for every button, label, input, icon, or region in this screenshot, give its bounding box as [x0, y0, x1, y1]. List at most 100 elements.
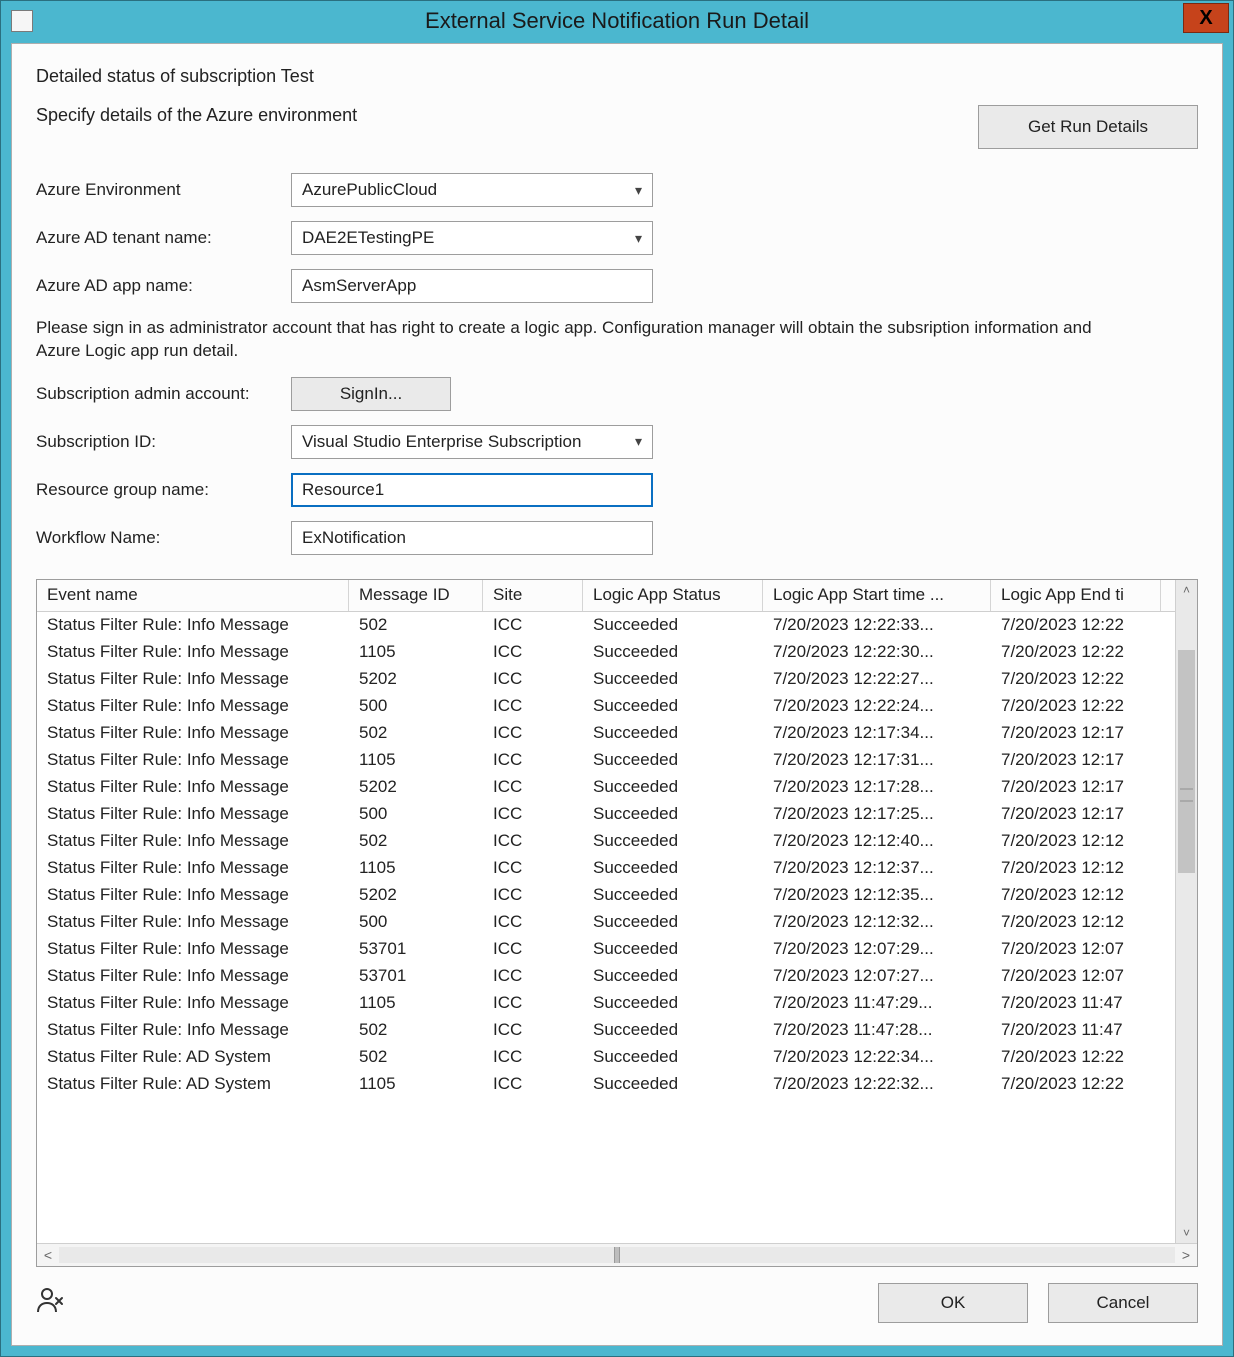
table-row[interactable]: Status Filter Rule: Info Message1105ICCS… — [37, 990, 1175, 1017]
form-area: Azure Environment AzurePublicCloud ▾ Azu… — [36, 159, 1198, 569]
hscroll-thumb[interactable] — [614, 1247, 620, 1263]
cell: ICC — [483, 615, 583, 635]
close-button[interactable]: X — [1183, 3, 1229, 33]
azure-env-combo[interactable]: AzurePublicCloud ▾ — [291, 173, 653, 207]
ad-app-value: AsmServerApp — [302, 276, 416, 296]
table-row[interactable]: Status Filter Rule: Info Message502ICCSu… — [37, 612, 1175, 639]
table-row[interactable]: Status Filter Rule: Info Message5202ICCS… — [37, 774, 1175, 801]
cell: 7/20/2023 12:17 — [991, 777, 1161, 797]
cell: Succeeded — [583, 723, 763, 743]
get-run-details-button[interactable]: Get Run Details — [978, 105, 1198, 149]
cell: 7/20/2023 12:22 — [991, 1047, 1161, 1067]
table-row[interactable]: Status Filter Rule: Info Message502ICCSu… — [37, 1017, 1175, 1044]
ad-tenant-combo[interactable]: DAE2ETestingPE ▾ — [291, 221, 653, 255]
cell: 5202 — [349, 669, 483, 689]
cell: 7/20/2023 11:47:28... — [763, 1020, 991, 1040]
cell: Succeeded — [583, 1047, 763, 1067]
table-row[interactable]: Status Filter Rule: AD System502ICCSucce… — [37, 1044, 1175, 1071]
cell: 502 — [349, 723, 483, 743]
cell: Succeeded — [583, 939, 763, 959]
cell: 7/20/2023 12:17:31... — [763, 750, 991, 770]
cell: Status Filter Rule: Info Message — [37, 831, 349, 851]
cell: 7/20/2023 12:12:32... — [763, 912, 991, 932]
table-row[interactable]: Status Filter Rule: Info Message5202ICCS… — [37, 882, 1175, 909]
titlebar[interactable]: External Service Notification Run Detail… — [1, 1, 1233, 41]
cell: Succeeded — [583, 669, 763, 689]
col-logic-app-start[interactable]: Logic App Start time ... — [763, 580, 991, 611]
scroll-thumb[interactable] — [1178, 650, 1195, 873]
table-row[interactable]: Status Filter Rule: Info Message5202ICCS… — [37, 666, 1175, 693]
table-row[interactable]: Status Filter Rule: Info Message1105ICCS… — [37, 639, 1175, 666]
scroll-left-icon[interactable]: < — [37, 1247, 59, 1263]
table-row[interactable]: Status Filter Rule: Info Message1105ICCS… — [37, 855, 1175, 882]
col-logic-app-end[interactable]: Logic App End ti — [991, 580, 1161, 611]
cell: 502 — [349, 1020, 483, 1040]
cell: Succeeded — [583, 966, 763, 986]
table-row[interactable]: Status Filter Rule: Info Message502ICCSu… — [37, 828, 1175, 855]
cell: 502 — [349, 615, 483, 635]
cell: 500 — [349, 912, 483, 932]
cell: Status Filter Rule: Info Message — [37, 804, 349, 824]
cell: ICC — [483, 750, 583, 770]
table-row[interactable]: Status Filter Rule: Info Message500ICCSu… — [37, 909, 1175, 936]
cell: 7/20/2023 12:07:27... — [763, 966, 991, 986]
cell: ICC — [483, 831, 583, 851]
chevron-down-icon: ▾ — [635, 182, 642, 199]
table-row[interactable]: Status Filter Rule: Info Message53701ICC… — [37, 936, 1175, 963]
cell: ICC — [483, 939, 583, 959]
cell: 7/20/2023 12:22 — [991, 669, 1161, 689]
cell: 7/20/2023 12:07:29... — [763, 939, 991, 959]
cell: 7/20/2023 12:22:33... — [763, 615, 991, 635]
hscroll-track[interactable] — [59, 1247, 1175, 1263]
cell: Succeeded — [583, 858, 763, 878]
cell: ICC — [483, 669, 583, 689]
cell: 500 — [349, 696, 483, 716]
workflow-field[interactable]: ExNotification — [291, 521, 653, 555]
table-row[interactable]: Status Filter Rule: Info Message500ICCSu… — [37, 801, 1175, 828]
scroll-grip-icon — [1180, 788, 1193, 802]
cell: 7/20/2023 12:22:24... — [763, 696, 991, 716]
table-row[interactable]: Status Filter Rule: Info Message53701ICC… — [37, 963, 1175, 990]
table-row[interactable]: Status Filter Rule: AD System1105ICCSucc… — [37, 1071, 1175, 1098]
scroll-down-icon[interactable]: ˅ — [1176, 1223, 1197, 1243]
cell: ICC — [483, 885, 583, 905]
grid-body[interactable]: Status Filter Rule: Info Message502ICCSu… — [37, 612, 1175, 1098]
cell: Status Filter Rule: Info Message — [37, 912, 349, 932]
cell: 7/20/2023 12:17:28... — [763, 777, 991, 797]
client-area: Detailed status of subscription Test Spe… — [11, 43, 1223, 1346]
ad-app-field[interactable]: AsmServerApp — [291, 269, 653, 303]
ad-tenant-value: DAE2ETestingPE — [302, 228, 434, 248]
cancel-button[interactable]: Cancel — [1048, 1283, 1198, 1323]
window-title: External Service Notification Run Detail — [1, 8, 1233, 34]
cell: ICC — [483, 1020, 583, 1040]
azure-env-value: AzurePublicCloud — [302, 180, 437, 200]
cell: Succeeded — [583, 642, 763, 662]
res-group-value: Resource1 — [302, 480, 384, 500]
table-row[interactable]: Status Filter Rule: Info Message500ICCSu… — [37, 693, 1175, 720]
col-site[interactable]: Site — [483, 580, 583, 611]
col-event-name[interactable]: Event name — [37, 580, 349, 611]
sub-id-combo[interactable]: Visual Studio Enterprise Subscription ▾ — [291, 425, 653, 459]
col-logic-app-status[interactable]: Logic App Status — [583, 580, 763, 611]
cell: 7/20/2023 12:22:30... — [763, 642, 991, 662]
cell: 1105 — [349, 858, 483, 878]
top-row: Specify details of the Azure environment… — [36, 105, 1198, 149]
cell: ICC — [483, 642, 583, 662]
scroll-right-icon[interactable]: > — [1175, 1247, 1197, 1263]
cell: 7/20/2023 12:17:34... — [763, 723, 991, 743]
horizontal-scrollbar[interactable]: < > — [37, 1243, 1197, 1266]
col-message-id[interactable]: Message ID — [349, 580, 483, 611]
res-group-field[interactable]: Resource1 — [291, 473, 653, 507]
sub-id-value: Visual Studio Enterprise Subscription — [302, 432, 581, 452]
cell: 7/20/2023 12:22 — [991, 615, 1161, 635]
vertical-scrollbar[interactable]: ˄ ˅ — [1175, 580, 1197, 1243]
table-row[interactable]: Status Filter Rule: Info Message502ICCSu… — [37, 720, 1175, 747]
scroll-up-icon[interactable]: ˄ — [1176, 580, 1197, 600]
cell: Status Filter Rule: Info Message — [37, 669, 349, 689]
table-row[interactable]: Status Filter Rule: Info Message1105ICCS… — [37, 747, 1175, 774]
system-menu-icon[interactable] — [11, 10, 33, 32]
cell: 53701 — [349, 966, 483, 986]
signin-button[interactable]: SignIn... — [291, 377, 451, 411]
ok-button[interactable]: OK — [878, 1283, 1028, 1323]
cell: 7/20/2023 12:17 — [991, 723, 1161, 743]
